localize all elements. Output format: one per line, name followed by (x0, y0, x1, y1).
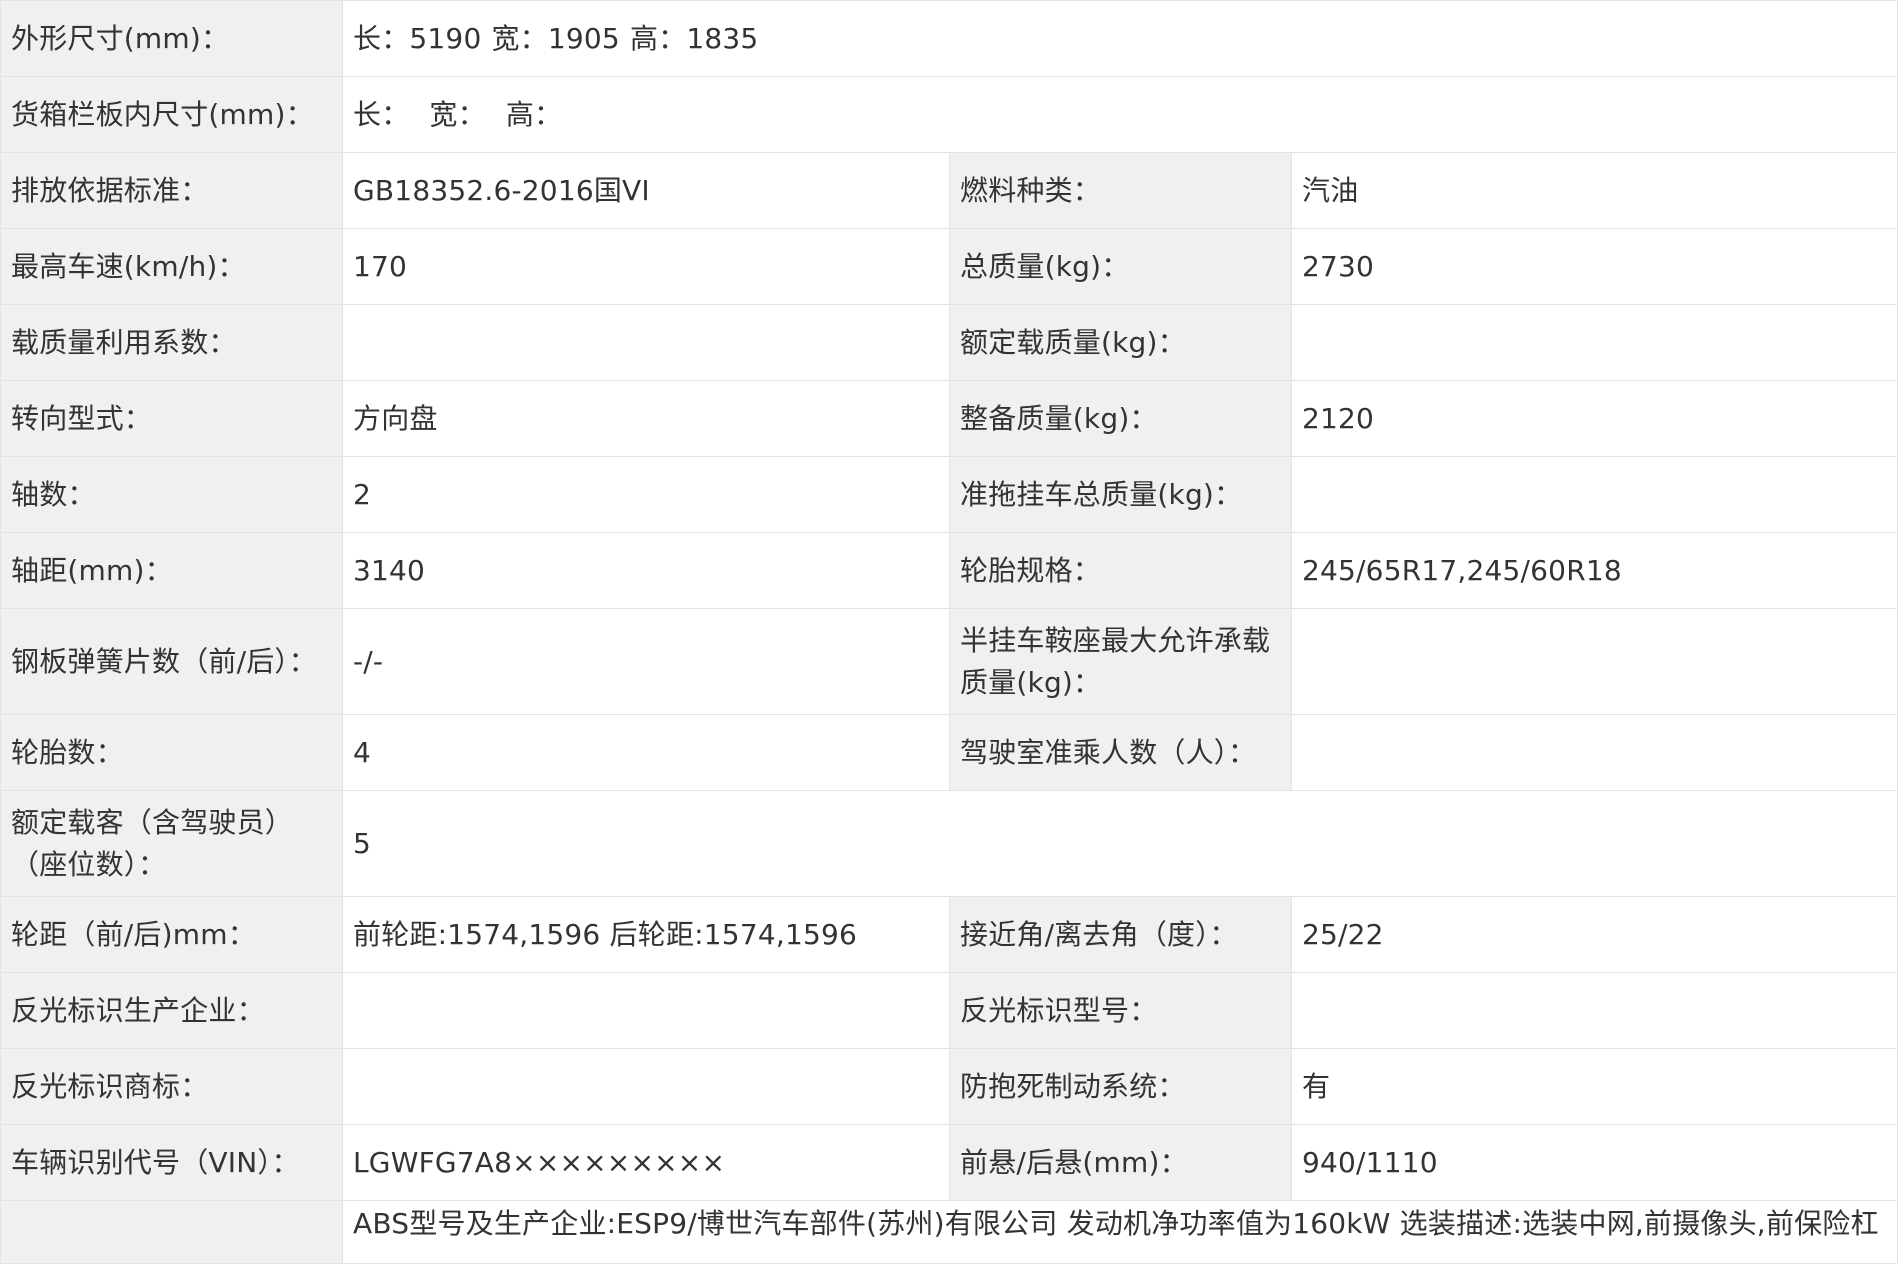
gross-mass-value: 2730 (1290, 228, 1899, 305)
curb-mass-label: 整备质量(kg)： (949, 380, 1292, 457)
rated-load-label: 额定载质量(kg)： (949, 304, 1292, 381)
row-emission-fuel: 排放依据标准： GB18352.6-2016国VI 燃料种类： 汽油 (0, 152, 1899, 229)
height-label: 高： (629, 21, 687, 55)
dimensions-value: 长：5190 宽：1905 高：1835 (341, 0, 1899, 77)
row-vin: 车辆识别代号（VIN）： LGWFG7A8××××××××× 前悬/后悬(mm)… (0, 1124, 1899, 1201)
abs-label: 防抱死制动系统： (949, 1048, 1292, 1125)
row-dimensions: 外形尺寸(mm)： 长：5190 宽：1905 高：1835 (0, 0, 1899, 77)
row-track: 轮距（前/后)mm： 前轮距:1574,1596 后轮距:1574,1596 接… (0, 896, 1899, 973)
height-value: 1835 (686, 21, 759, 55)
row-load: 载质量利用系数： 额定载质量(kg)： (0, 304, 1899, 381)
cab-passengers-label: 驾驶室准乘人数（人）： (949, 714, 1292, 791)
load-factor-value (342, 304, 950, 381)
trailer-mass-value (1290, 456, 1899, 533)
angles-value: 25/22 (1290, 896, 1899, 973)
track-label: 轮距（前/后)mm： (0, 896, 343, 973)
cargo-length-label: 长： (353, 97, 410, 131)
fuel-value: 汽油 (1290, 152, 1899, 229)
gross-mass-label: 总质量(kg)： (949, 228, 1292, 305)
row-remarks: ABS型号及生产企业:ESP9/博世汽车部件(苏州)有限公司 发动机净功率值为1… (0, 1200, 1899, 1264)
leaf-springs-value: -/- (342, 608, 950, 715)
seats-value: 5 (341, 790, 1899, 897)
reflector-brand-label: 反光标识商标： (0, 1048, 343, 1125)
width-label: 宽： (491, 21, 548, 55)
emission-label: 排放依据标准： (0, 152, 343, 229)
overhang-label: 前悬/后悬(mm)： (949, 1124, 1292, 1201)
width-value: 1905 (547, 21, 620, 55)
reflector-maker-label: 反光标识生产企业： (0, 972, 343, 1049)
angles-label: 接近角/离去角（度）： (949, 896, 1292, 973)
max-speed-value: 170 (342, 228, 950, 305)
abs-value: 有 (1290, 1048, 1899, 1125)
row-wheelbase: 轴距(mm)： 3140 轮胎规格： 245/65R17,245/60R18 (0, 532, 1899, 609)
tire-spec-value: 245/65R17,245/60R18 (1290, 532, 1899, 609)
cab-passengers-value (1290, 714, 1899, 791)
length-value: 5190 (409, 21, 482, 55)
reflector-model-value (1290, 972, 1899, 1049)
tire-spec-label: 轮胎规格： (949, 532, 1292, 609)
seats-label: 额定载客（含驾驶员）（座位数）： (0, 790, 343, 897)
tires-value: 4 (342, 714, 950, 791)
trailer-mass-label: 准拖挂车总质量(kg)： (949, 456, 1292, 533)
steering-value: 方向盘 (342, 380, 950, 457)
axles-value: 2 (342, 456, 950, 533)
vehicle-spec-table: 外形尺寸(mm)： 长：5190 宽：1905 高：1835 货箱栏板内尺寸(mm)… (0, 0, 1899, 1264)
vin-value: LGWFG7A8××××××××× (342, 1124, 950, 1201)
tires-label: 轮胎数： (0, 714, 343, 791)
max-speed-label: 最高车速(km/h)： (0, 228, 343, 305)
wheelbase-value: 3140 (342, 532, 950, 609)
row-seats: 额定载客（含驾驶员）（座位数）： 5 (0, 790, 1899, 897)
row-axles: 轴数： 2 准拖挂车总质量(kg)： (0, 456, 1899, 533)
row-springs: 钢板弹簧片数（前/后）： -/- 半挂车鞍座最大允许承载质量(kg)： (0, 608, 1899, 715)
leaf-springs-label: 钢板弹簧片数（前/后）： (0, 608, 343, 715)
emission-value: GB18352.6-2016国VI (342, 152, 950, 229)
row-cargo-box: 货箱栏板内尺寸(mm)： 长： 宽： 高： (0, 76, 1899, 153)
steering-label: 转向型式： (0, 380, 343, 457)
row-reflector-brand: 反光标识商标： 防抱死制动系统： 有 (0, 1048, 1899, 1125)
saddle-load-value (1290, 608, 1899, 715)
reflector-model-label: 反光标识型号： (949, 972, 1292, 1049)
remarks-value: ABS型号及生产企业:ESP9/博世汽车部件(苏州)有限公司 发动机净功率值为1… (341, 1200, 1899, 1264)
rated-load-value (1290, 304, 1899, 381)
length-label: 长： (353, 21, 410, 55)
fuel-label: 燃料种类： (949, 152, 1292, 229)
row-reflector-maker: 反光标识生产企业： 反光标识型号： (0, 972, 1899, 1049)
cargo-box-value: 长： 宽： 高： (341, 76, 1899, 153)
cargo-width-label: 宽： (429, 97, 486, 131)
remarks-label (0, 1200, 343, 1264)
row-steering: 转向型式： 方向盘 整备质量(kg)： 2120 (0, 380, 1899, 457)
row-speed-mass: 最高车速(km/h)： 170 总质量(kg)： 2730 (0, 228, 1899, 305)
cargo-box-label: 货箱栏板内尺寸(mm)： (0, 76, 343, 153)
saddle-load-label: 半挂车鞍座最大允许承载质量(kg)： (949, 608, 1292, 715)
reflector-brand-value (342, 1048, 950, 1125)
track-value: 前轮距:1574,1596 后轮距:1574,1596 (342, 896, 950, 973)
curb-mass-value: 2120 (1290, 380, 1899, 457)
load-factor-label: 载质量利用系数： (0, 304, 343, 381)
vin-label: 车辆识别代号（VIN）： (0, 1124, 343, 1201)
overhang-value: 940/1110 (1290, 1124, 1899, 1201)
reflector-maker-value (342, 972, 950, 1049)
cargo-height-label: 高： (505, 97, 563, 131)
row-tires: 轮胎数： 4 驾驶室准乘人数（人）： (0, 714, 1899, 791)
wheelbase-label: 轴距(mm)： (0, 532, 343, 609)
axles-label: 轴数： (0, 456, 343, 533)
dimensions-label: 外形尺寸(mm)： (0, 0, 343, 77)
